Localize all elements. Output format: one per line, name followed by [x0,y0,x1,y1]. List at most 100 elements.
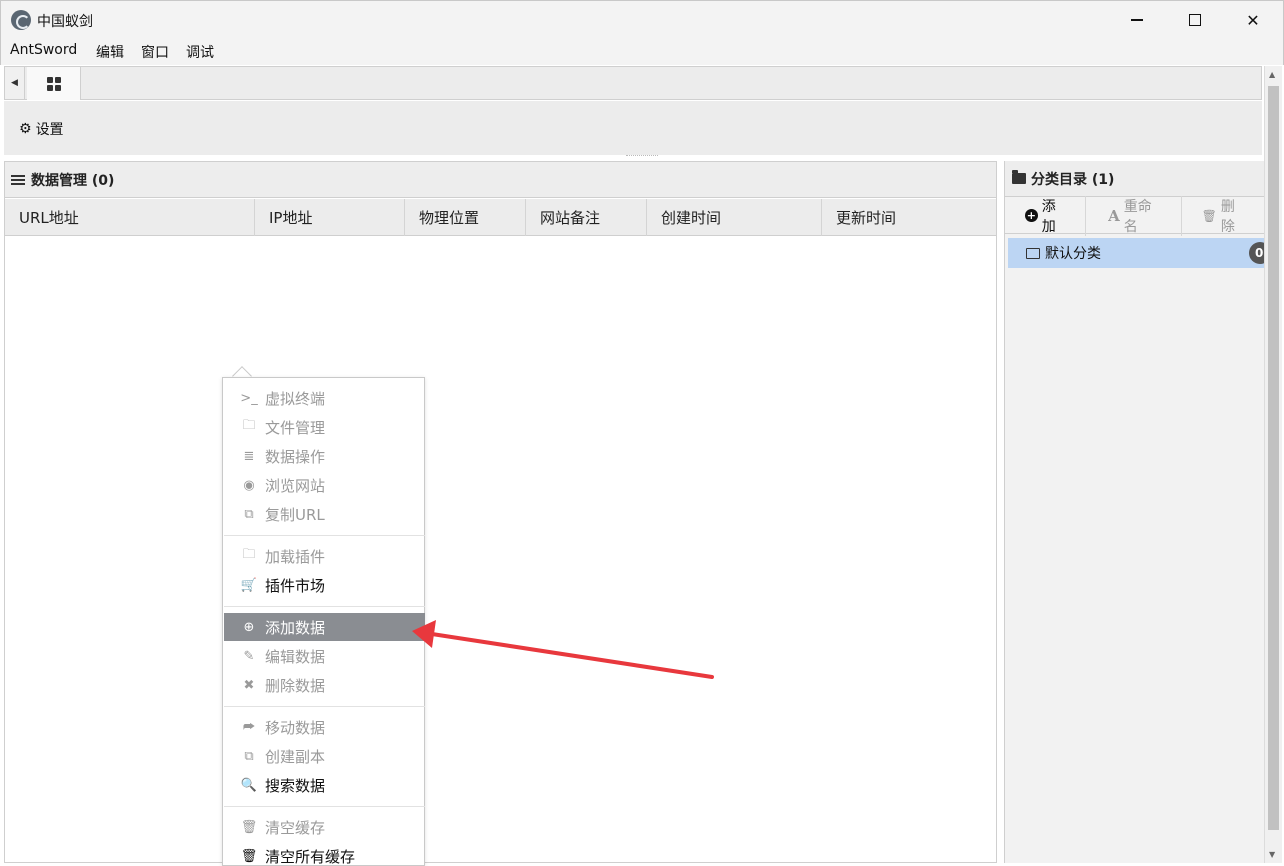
context-menu-item-0-2[interactable]: ≣ 数据操作 [224,442,425,470]
folder-icon: 🗀 [242,547,256,562]
context-menu-item-label: 创建副本 [265,747,326,766]
delete-category-label: 删除 [1220,198,1235,235]
context-menu: >_ 虚拟终端 🗀 文件管理 ≣ 数据操作 ◉ 浏览网站 ⧉ 复制URL 🗀 加载插件 🛒 插件市场 ⊕ 添加… [222,377,425,866]
vertical-scrollbar[interactable]: ▲ ▼ [1264,66,1282,863]
grid-icon [46,76,61,91]
context-menu-item-label: 编辑数据 [265,647,326,666]
trash-icon: 🗑 [1201,208,1217,223]
context-menu-item-label: 添加数据 [265,618,326,637]
context-menu-item-0-4[interactable]: ⧉ 复制URL [224,500,425,528]
context-menu-item-4-1[interactable]: 🗑 清空所有缓存 [224,842,425,866]
context-menu-item-4-0[interactable]: 🗑 清空缓存 [224,813,425,841]
menu-edit[interactable]: 编辑 [96,42,124,62]
context-menu-item-1-1[interactable]: 🛒 插件市场 [224,571,425,599]
list-icon [11,174,25,185]
rename-category-label: 重命名 [1123,198,1152,235]
font-icon: A [1108,206,1120,225]
copy-icon: ⧉ [244,506,254,522]
data-panel-title: 数据管理 (0) [31,172,115,189]
context-menu-item-2-1[interactable]: ✎ 编辑数据 [224,642,425,670]
minimize-button[interactable] [1108,1,1166,39]
column-header-updated[interactable]: 更新时间 [822,199,996,236]
category-panel-title: 分类目录 (1) [1031,171,1115,188]
context-menu-item-label: 虚拟终端 [265,389,326,408]
share-icon: ⮫ [242,719,256,735]
tab-home[interactable] [27,67,81,100]
terminal-icon: >_ [240,390,258,406]
category-item-label: 默认分类 [1045,246,1101,262]
context-menu-item-1-0[interactable]: 🗀 加载插件 [224,542,425,570]
main-toolbar: ⚙ 设置 [4,101,1262,155]
settings-button[interactable]: ⚙ 设置 [19,119,64,139]
gear-icon: ⚙ [19,121,32,137]
category-count-badge: 0 [1249,242,1264,264]
scrollbar-thumb[interactable] [1268,86,1279,830]
menu-antsword[interactable]: AntSword [10,42,77,58]
folder-icon: 🗀 [242,418,256,433]
menu-separator [224,535,425,536]
menu-bar: AntSword 编辑 窗口 调试 [0,38,1284,65]
copy-icon: ⧉ [244,748,254,764]
menu-separator [224,606,425,607]
plus-circle-icon: + [1025,209,1038,222]
data-management-panel: 数据管理 (0) URL地址 IP地址 物理位置 网站备注 创建时间 更新时间 [4,161,997,863]
column-header-created[interactable]: 创建时间 [647,199,822,236]
context-menu-item-0-3[interactable]: ◉ 浏览网站 [224,471,425,499]
close-icon: ✕ [1246,10,1260,30]
triangle-left-icon: ◀ [11,78,18,88]
column-header-location[interactable]: 物理位置 [405,199,526,236]
context-menu-item-2-2[interactable]: ✖ 删除数据 [224,671,425,699]
maximize-icon [1189,14,1201,26]
scroll-down-icon[interactable]: ▼ [1269,850,1275,859]
category-panel-header: 分类目录 (1) › [1005,161,1264,197]
context-menu-item-0-0[interactable]: >_ 虚拟终端 [224,384,425,412]
tab-scroll-left-button[interactable]: ◀ [5,67,25,99]
title-bar: 中国蚁剑 ✕ [0,0,1284,38]
context-menu-item-label: 加载插件 [265,547,326,566]
edit-icon: ✎ [243,648,255,664]
context-menu-item-label: 删除数据 [265,676,326,695]
maximize-button[interactable] [1166,1,1224,39]
context-menu-item-label: 清空所有缓存 [265,847,356,866]
settings-label: 设置 [35,122,64,138]
column-header-url[interactable]: URL地址 [5,199,255,236]
context-menu-item-label: 浏览网站 [265,476,326,495]
context-menu-item-label: 搜索数据 [265,776,326,795]
context-menu-item-3-1[interactable]: ⧉ 创建副本 [224,742,425,770]
close-button[interactable]: ✕ [1224,1,1282,39]
add-category-button[interactable]: + 添加 [1005,195,1087,236]
context-menu-item-label: 复制URL [265,505,325,524]
context-menu-item-label: 移动数据 [265,718,326,737]
search-icon: 🔍 [240,777,258,793]
cart-icon: 🛒 [240,577,258,593]
context-menu-item-3-0[interactable]: ⮫ 移动数据 [224,713,425,741]
minimize-icon [1131,19,1143,21]
data-panel-header: 数据管理 (0) [5,162,996,198]
scroll-up-icon[interactable]: ▲ [1269,70,1275,79]
context-menu-item-label: 清空缓存 [265,818,326,837]
delete-category-button[interactable]: 🗑 删除 [1182,196,1264,236]
context-menu-item-label: 插件市场 [265,576,326,595]
column-header-note[interactable]: 网站备注 [526,199,647,236]
trash-icon: 🗑 [240,819,258,835]
folder-icon [1012,170,1026,184]
category-item-default[interactable]: 默认分类 0 [1008,238,1264,268]
menu-debug[interactable]: 调试 [186,42,214,62]
category-toolbar: + 添加 A 重命名 🗑 删除 [1005,195,1264,236]
context-menu-item-3-2[interactable]: 🔍 搜索数据 [224,771,425,799]
context-menu-item-2-0[interactable]: ⊕ 添加数据 [224,613,425,641]
context-menu-item-0-1[interactable]: 🗀 文件管理 [224,413,425,441]
menu-window[interactable]: 窗口 [141,42,169,62]
close-icon: ✖ [243,677,255,693]
menu-separator [224,706,425,707]
antsword-logo-icon [11,10,31,30]
window-title: 中国蚁剑 [37,14,93,30]
add-category-label: 添加 [1041,198,1056,235]
database-icon: ≣ [243,448,255,464]
menu-separator [224,806,425,807]
rename-category-button[interactable]: A 重命名 [1086,195,1182,236]
layout-splitter-handle[interactable] [626,155,658,159]
column-header-ip[interactable]: IP地址 [255,199,405,236]
trash-icon: 🗑 [240,848,258,864]
folder-icon [1026,247,1040,259]
